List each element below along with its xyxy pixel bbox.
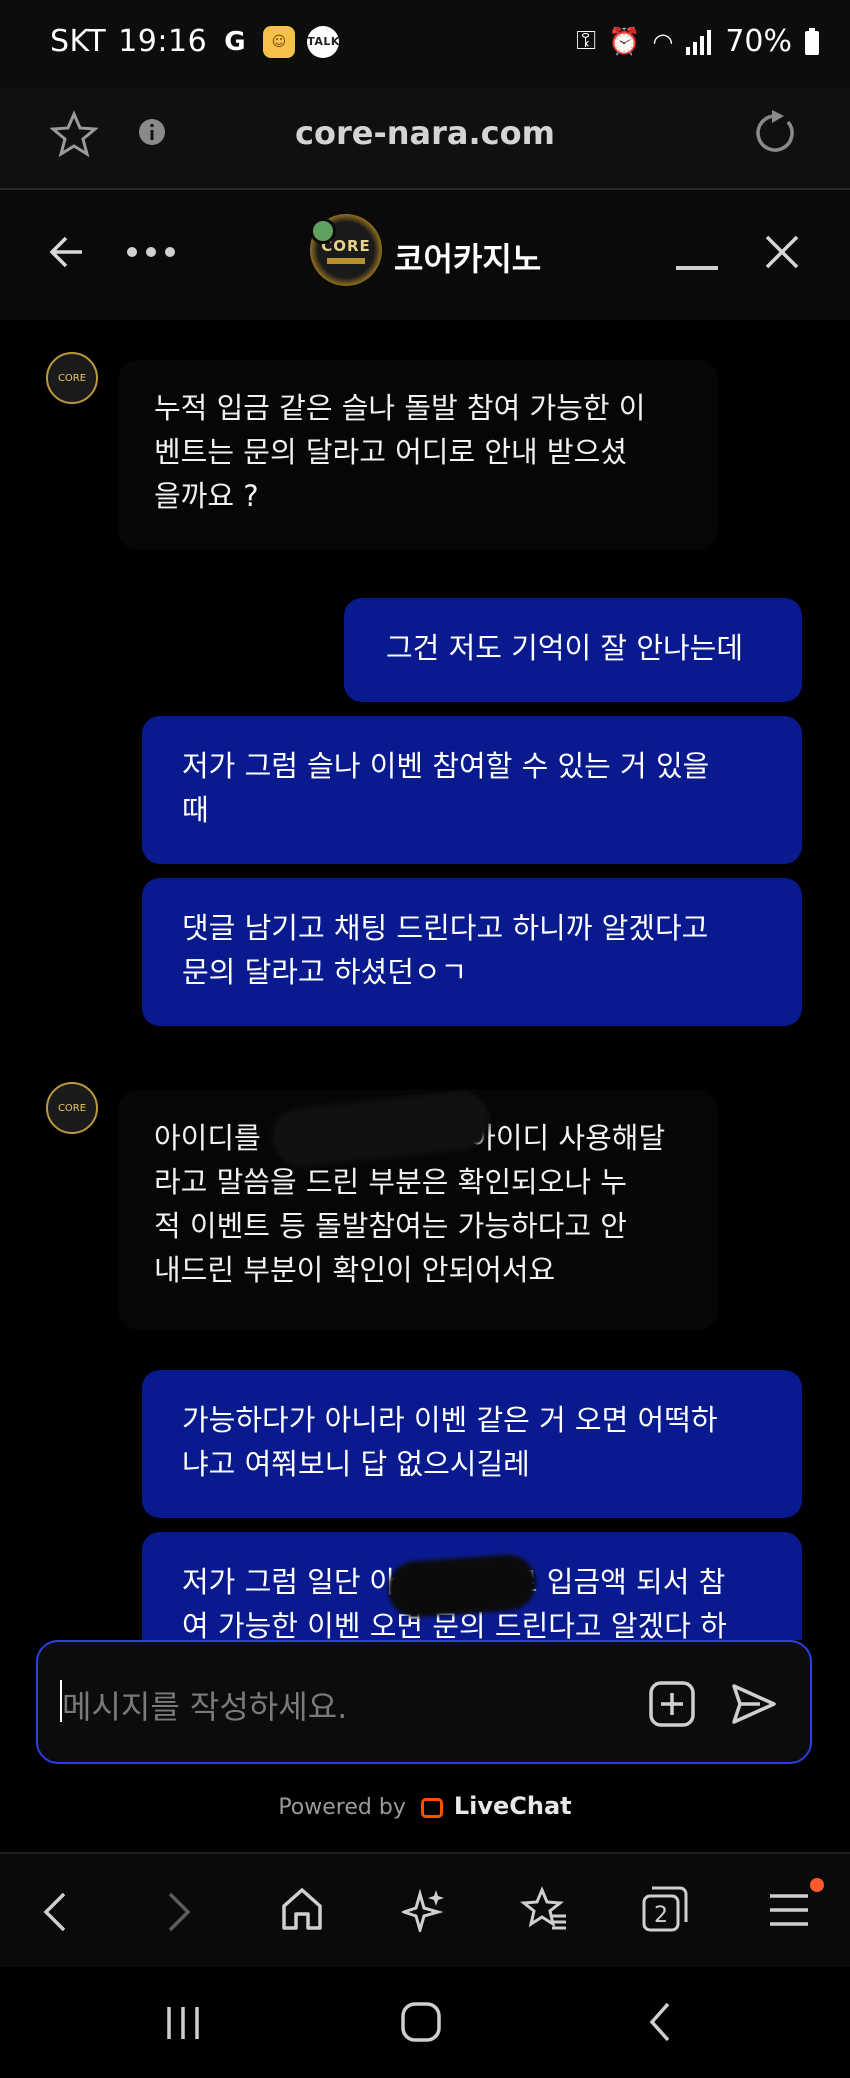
nav-forward-icon[interactable]	[164, 1890, 194, 1934]
message-line: 적 이벤트 등 돌발참여는 가능하다고 안	[154, 1209, 627, 1243]
recent-apps-icon[interactable]	[164, 2005, 202, 2041]
message-list[interactable]: CORE 누적 입금 같은 슬나 돌발 참여 가능한 이 벤트는 문의 달라고 …	[0, 320, 850, 1640]
livechat-brand: LiveChat	[453, 1792, 572, 1820]
message-line: 댓글 남기고 채팅 드린다고 하니까 알겠다고	[182, 911, 709, 945]
message-text: 저가 그럼 일단 아	[182, 1565, 397, 1599]
url-text[interactable]: core-nara.com	[0, 114, 850, 152]
close-icon[interactable]	[764, 234, 800, 270]
sparkle-icon[interactable]	[402, 1886, 446, 1932]
message-line: 누적 입금 같은 슬나 돌발 참여 가능한 이	[154, 391, 646, 425]
message-line: 냐고 여쭤보니 답 없으시길레	[182, 1447, 530, 1481]
agent-avatar: CORE	[46, 352, 98, 404]
carrier-label: SKT	[50, 24, 107, 59]
home-button-icon[interactable]	[400, 2001, 442, 2043]
nav-back-icon[interactable]	[40, 1890, 70, 1934]
message-line: 저가 그럼 슬나 이벤 참여할 수 있는 거 있을	[182, 749, 710, 783]
message-line: 내드린 부분이 확인이 안되어서요	[154, 1253, 556, 1287]
browser-bottom-nav: 2	[0, 1852, 850, 1969]
chat-title: 코어카지노	[394, 240, 542, 278]
clock: 19:16	[118, 24, 208, 59]
message-text: 아이디 사용해달	[469, 1121, 666, 1155]
message-text: 아이디를	[154, 1121, 261, 1155]
reload-icon[interactable]	[752, 110, 798, 156]
battery-icon	[804, 27, 820, 56]
message-line: 라고 말씀을 드린 부분은 확인되오나 누	[154, 1165, 627, 1199]
livechat-logo-icon	[420, 1798, 443, 1818]
send-icon[interactable]	[730, 1680, 778, 1728]
online-status-dot	[310, 218, 336, 244]
agent-avatar: CORE	[46, 1082, 98, 1134]
browser-address-bar: core-nara.com	[0, 88, 850, 190]
message-line: 벤트는 문의 달라고 어디로 안내 받으셨	[154, 435, 627, 469]
system-nav-bar	[0, 1967, 850, 2078]
status-left: SKT 19:16 G ☺ TALK	[50, 24, 339, 59]
user-message: 그건 저도 기억이 잘 안나는데	[344, 598, 802, 702]
more-options-icon[interactable]	[126, 246, 176, 258]
message-line: 가능하다가 아니라 이벤 같은 거 오면 어떡하	[182, 1403, 718, 1437]
message-text: 로 입금액 되서 참	[510, 1565, 726, 1599]
battery-percent: 70%	[725, 24, 792, 59]
svg-text:2: 2	[654, 1903, 668, 1928]
app-notification-icon: ☺	[263, 25, 296, 58]
message-line: 문의 달라고 하셨던ㅇㄱ	[182, 955, 468, 989]
message-line: 을까요 ?	[154, 479, 259, 513]
attach-plus-icon[interactable]	[648, 1680, 696, 1728]
menu-icon[interactable]	[768, 1890, 812, 1930]
message-line: 그건 저도 기억이 잘 안나는데	[386, 631, 744, 665]
logo-ribbon	[327, 257, 365, 264]
kakaotalk-icon: TALK	[307, 25, 339, 58]
status-right: ⚿ ⏰ ◠ 70%	[576, 24, 820, 59]
powered-by-footer[interactable]: Powered by LiveChat	[0, 1792, 850, 1820]
back-arrow-icon[interactable]	[46, 232, 86, 272]
user-message: 댓글 남기고 채팅 드린다고 하니까 알겠다고 문의 달라고 하셨던ㅇㄱ	[142, 878, 802, 1026]
menu-notification-dot	[810, 1878, 824, 1892]
key-icon: ⚿	[576, 26, 596, 56]
tabs-icon[interactable]: 2	[640, 1884, 690, 1934]
redaction-mark	[386, 1552, 538, 1620]
message-input[interactable]: 메시지를 작성하세요.	[62, 1682, 347, 1728]
message-line: 때	[182, 793, 209, 827]
chat-header: CORE 코어카지노	[0, 190, 850, 320]
alarm-icon: ⏰	[607, 26, 641, 57]
status-bar: SKT 19:16 G ☺ TALK ⚿ ⏰ ◠ 70%	[0, 0, 850, 88]
system-back-icon[interactable]	[646, 2001, 674, 2043]
bookmarks-icon[interactable]	[520, 1886, 568, 1932]
wifi-icon: ◠	[652, 27, 674, 56]
signal-icon	[685, 29, 713, 55]
message-composer[interactable]: 메시지를 작성하세요.	[36, 1640, 812, 1764]
home-icon[interactable]	[280, 1886, 324, 1932]
agent-message: 누적 입금 같은 슬나 돌발 참여 가능한 이 벤트는 문의 달라고 어디로 안…	[118, 360, 718, 550]
user-message: 저가 그럼 슬나 이벤 참여할 수 있는 거 있을 때	[142, 716, 802, 864]
user-message: 가능하다가 아니라 이벤 같은 거 오면 어떡하 냐고 여쭤보니 답 없으시길레	[142, 1370, 802, 1518]
powered-by-label: Powered by	[278, 1795, 406, 1820]
minimize-icon[interactable]	[676, 266, 718, 270]
google-icon: G	[224, 26, 247, 57]
